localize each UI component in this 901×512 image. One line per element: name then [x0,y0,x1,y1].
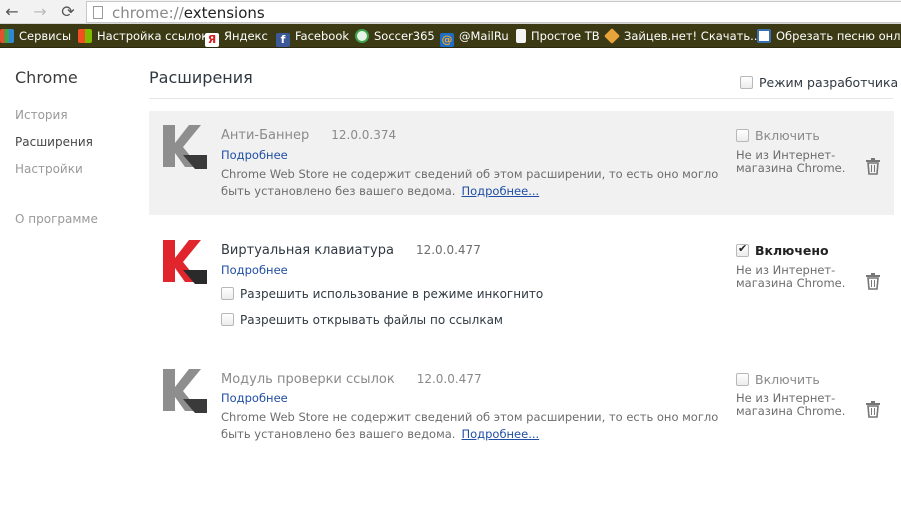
enable-toggle[interactable]: Включено [736,242,829,258]
extension-version: 12.0.0.477 [415,243,481,257]
bookmark-label: @MailRu [459,29,509,43]
bookmark-mailru[interactable]: @ @MailRu [440,24,509,47]
source-note: Не из Интернет-магазина Chrome. [736,391,846,418]
kaspersky-logo-icon [163,125,207,169]
extension-item-anti-banner: Анти-Баннер 12.0.0.374 Подробнее Chrome W… [149,111,894,215]
warning-text: Chrome Web Store не содержит сведений об… [221,166,721,200]
sidebar-item-extensions[interactable]: Расширения [15,135,93,149]
learn-more-link[interactable]: Подробнее... [461,427,539,441]
facebook-icon: f [276,33,290,47]
back-arrow-icon[interactable]: ← [2,2,22,22]
bookmark-label: Facebook [295,29,350,43]
yandex-icon: Я [205,33,219,47]
sidebar-item-settings[interactable]: Настройки [15,162,83,176]
bookmark-label: Soccer365 [374,29,435,43]
header-divider [149,98,893,99]
scissors-icon [757,29,771,43]
at-sign-icon: @ [440,33,454,47]
enable-toggle[interactable]: Включить [736,128,820,143]
extension-version: 12.0.0.477 [416,372,482,386]
file-urls-option[interactable]: Разрешить открывать файлы по ссылкам [221,313,503,327]
bookmark-label: Зайцев.нет! Скачать... [624,29,762,43]
extension-item-link-checker: Модуль проверки ссылок 12.0.0.477 Подробн… [149,355,894,455]
file-urls-checkbox[interactable] [221,313,234,326]
kaspersky-logo-icon [163,369,207,413]
bookmarks-bar: Сервисы Настройка ссылок Я Яндекс f Facebo… [0,24,901,48]
source-note: Не из Интернет-магазина Chrome. [736,148,846,175]
bookmark-label: Сервисы [19,29,72,43]
sidebar-item-about[interactable]: О программе [15,212,98,226]
enable-checkbox[interactable] [736,373,749,386]
browser-toolbar: ← → ⟳ chrome://extensions [0,0,901,24]
bookmark-label: Настройка ссылок [97,29,209,43]
page-title: Расширения [149,68,253,87]
page-icon [93,6,103,19]
bookmark-label: Простое ТВ [531,29,600,43]
incognito-label: Разрешить использование в режиме инкогни… [240,287,544,301]
bookmark-cut-song[interactable]: Обрезать песню онл... [757,24,901,47]
bookmark-soccer365[interactable]: Soccer365 [355,24,435,47]
bookmark-prostoe-tv[interactable]: Простое ТВ [516,24,600,47]
apps-grid-icon [0,29,14,43]
page-icon [516,29,526,43]
bookmark-label: Яндекс [224,29,268,43]
source-note: Не из Интернет-магазина Chrome. [736,263,846,290]
bookmark-zaycev[interactable]: Зайцев.нет! Скачать... [604,24,762,47]
forward-arrow-icon[interactable]: → [30,2,50,22]
reload-icon[interactable]: ⟳ [58,2,78,22]
enable-label: Включено [755,243,829,258]
extension-name-text: Анти-Баннер [221,128,310,143]
bookmark-label: Обрезать песню онл... [776,29,901,43]
warning-text: Chrome Web Store не содержит сведений об… [221,409,721,443]
extension-version: 12.0.0.374 [331,128,397,142]
learn-more-link[interactable]: Подробнее... [461,184,539,198]
bookmark-services[interactable]: Сервисы [0,24,72,47]
extension-name: Виртуальная клавиатура 12.0.0.477 [221,243,481,258]
details-link[interactable]: Подробнее [221,391,288,405]
enable-checkbox[interactable] [736,129,749,142]
enable-checkbox[interactable] [736,242,749,257]
file-urls-label: Разрешить открывать файлы по ссылкам [240,313,503,327]
trash-icon[interactable] [865,157,881,175]
bookmark-yandex[interactable]: Я Яндекс [205,24,268,47]
kaspersky-logo-icon [163,240,207,284]
developer-mode-label: Режим разработчика [759,75,899,90]
url-path: extensions [183,4,265,22]
extension-name: Модуль проверки ссылок 12.0.0.477 [221,372,482,387]
address-bar[interactable]: chrome://extensions [86,1,901,23]
extension-item-virtual-keyboard: Виртуальная клавиатура 12.0.0.477 Подробн… [149,226,894,342]
enable-label: Включить [755,128,820,143]
developer-mode-toggle[interactable]: Режим разработчика [740,75,898,90]
extension-name: Анти-Баннер 12.0.0.374 [221,128,396,143]
extension-name-text: Виртуальная клавиатура [221,243,394,258]
enable-label: Включить [755,372,820,387]
windows-icon [78,29,92,43]
extension-name-text: Модуль проверки ссылок [221,372,395,387]
details-link[interactable]: Подробнее [221,263,288,277]
enable-toggle[interactable]: Включить [736,372,820,387]
url-text[interactable]: chrome://extensions [112,3,265,23]
zaycev-icon [604,28,620,44]
sidebar-title: Chrome [15,68,78,87]
trash-icon[interactable] [865,272,881,290]
soccer-ball-icon [355,29,369,43]
bookmark-link-settings[interactable]: Настройка ссылок [78,24,209,47]
developer-mode-checkbox[interactable] [740,76,753,89]
incognito-checkbox[interactable] [221,287,234,300]
incognito-option[interactable]: Разрешить использование в режиме инкогни… [221,287,543,301]
bookmark-facebook[interactable]: f Facebook [276,24,350,47]
details-link[interactable]: Подробнее [221,148,288,162]
sidebar-item-history[interactable]: История [15,108,68,122]
trash-icon[interactable] [865,400,881,418]
url-scheme: chrome:// [112,4,184,22]
